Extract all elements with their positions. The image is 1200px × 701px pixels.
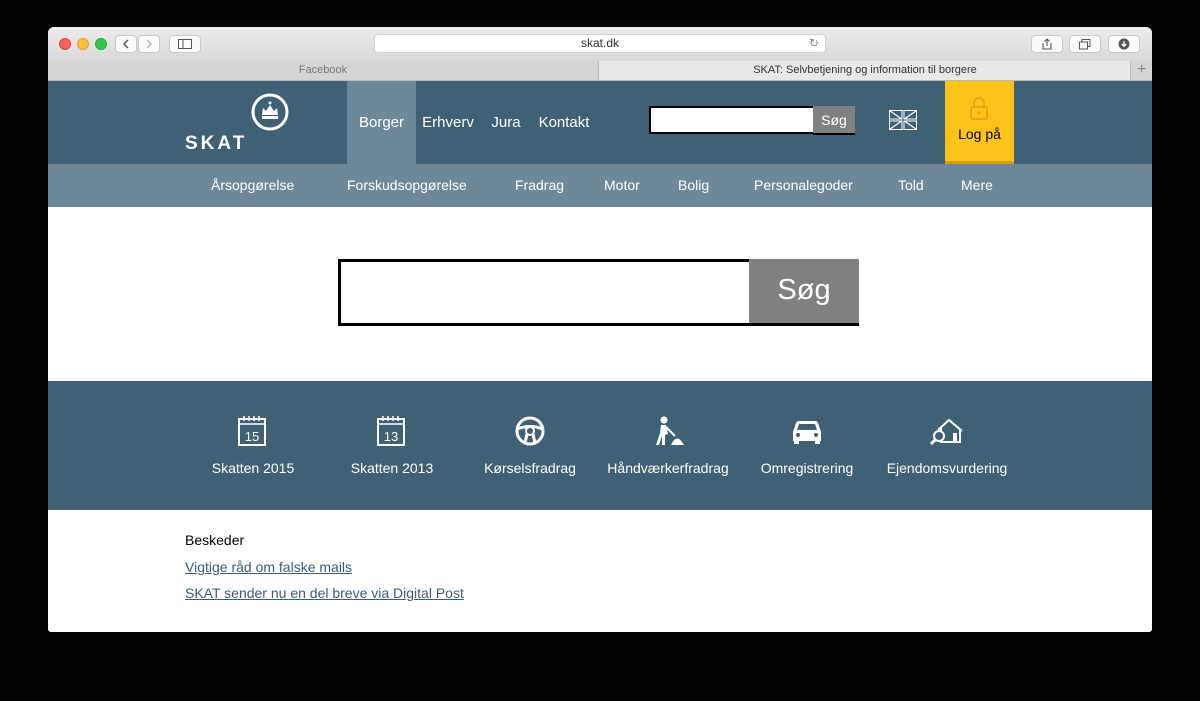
login-button[interactable]: Log på (945, 81, 1014, 164)
calendar-13-icon: 13 (377, 416, 405, 446)
header-search-button[interactable]: Søg (813, 106, 855, 135)
close-window-button[interactable] (59, 38, 71, 50)
zoom-window-button[interactable] (95, 38, 107, 50)
tabs-icon (1079, 38, 1091, 49)
quicklink-label: Ejendomsvurdering (886, 460, 1008, 476)
worker-icon (656, 416, 684, 445)
chevron-right-icon (146, 39, 153, 49)
subnav-fradrag[interactable]: Fradrag (515, 164, 564, 207)
subnav-bolig[interactable]: Bolig (678, 164, 709, 207)
subnav-motor[interactable]: Motor (604, 164, 640, 207)
message-link-falske-mails[interactable]: Vigtige råd om falske mails (185, 559, 352, 575)
nav-borger[interactable]: Borger (347, 81, 416, 164)
quicklink-skatten-2013[interactable]: 13 Skatten 2013 (322, 381, 462, 510)
quick-links-panel: 15 Skatten 2015 13 Skatten 2013 Kørselsf… (48, 381, 1152, 510)
subnav-told[interactable]: Told (898, 164, 924, 207)
site-header: SKAT Borger Erhverv Jura Kontakt Søg Log… (48, 81, 1152, 164)
sub-navigation: Årsopgørelse Forskudsopgørelse Fradrag M… (48, 164, 1152, 207)
tabs-overview-button[interactable] (1069, 35, 1101, 53)
back-button[interactable] (115, 35, 137, 53)
message-link-digital-post[interactable]: SKAT sender nu en del breve via Digital … (185, 585, 464, 601)
minimize-window-button[interactable] (77, 38, 89, 50)
browser-toolbar: skat.dk ↻ (48, 27, 1152, 62)
car-icon (793, 421, 821, 444)
downloads-button[interactable] (1108, 35, 1140, 53)
login-label: Log på (958, 126, 1001, 142)
quicklink-skatten-2015[interactable]: 15 Skatten 2015 (183, 381, 323, 510)
skat-logo[interactable]: SKAT (185, 93, 295, 154)
subnav-aarsopgoerelse[interactable]: Årsopgørelse (211, 164, 294, 207)
tab-facebook[interactable]: Facebook (48, 61, 599, 80)
forward-button[interactable] (138, 35, 160, 53)
quicklink-haandvaerkerfradrag[interactable]: Håndværkerfradrag (598, 381, 738, 510)
main-search-button[interactable]: Søg (749, 259, 859, 326)
download-icon (1118, 38, 1130, 50)
quicklink-omregistrering[interactable]: Omregistrering (737, 381, 877, 510)
calendar-15-text: 15 (245, 429, 259, 444)
crown-emblem-icon (251, 93, 289, 131)
share-button[interactable] (1031, 35, 1063, 53)
address-bar[interactable]: skat.dk ↻ (374, 34, 826, 53)
tab-bar: Facebook SKAT: Selvbetjening og informat… (48, 61, 1152, 81)
sidebar-icon (178, 39, 192, 49)
subnav-personalegoder[interactable]: Personalegoder (754, 164, 853, 207)
browser-window: skat.dk ↻ Facebook SKAT: Selvbetjening o… (48, 27, 1152, 632)
subnav-mere[interactable]: Mere (961, 164, 993, 207)
messages-title: Beskeder (185, 532, 245, 548)
calendar-13-text: 13 (384, 429, 398, 444)
subnav-forskudsopgoerelse[interactable]: Forskudsopgørelse (347, 164, 467, 207)
quicklink-koerselsfradrag[interactable]: Kørselsfradrag (460, 381, 600, 510)
logo-text: SKAT (185, 133, 248, 154)
main-search-input[interactable] (338, 259, 749, 326)
url-text: skat.dk (580, 36, 619, 50)
sidebar-button[interactable] (169, 35, 201, 53)
nav-erhverv[interactable]: Erhverv (418, 81, 478, 164)
calendar-15-icon: 15 (238, 416, 266, 446)
lock-icon (970, 97, 988, 120)
header-search-input[interactable] (649, 106, 815, 134)
chevron-left-icon (122, 39, 129, 49)
tab-skat[interactable]: SKAT: Selvbetjening og information til b… (599, 61, 1131, 80)
nav-jura[interactable]: Jura (486, 81, 526, 164)
house-magnifier-icon (930, 418, 963, 446)
uk-flag-icon[interactable] (889, 110, 917, 130)
share-icon (1042, 38, 1052, 50)
quicklink-ejendomsvurdering[interactable]: Ejendomsvurdering (877, 381, 1017, 510)
new-tab-button[interactable]: + (1130, 61, 1152, 80)
steering-wheel-icon (515, 416, 545, 446)
reload-icon[interactable]: ↻ (809, 35, 819, 52)
nav-kontakt[interactable]: Kontakt (534, 81, 594, 164)
